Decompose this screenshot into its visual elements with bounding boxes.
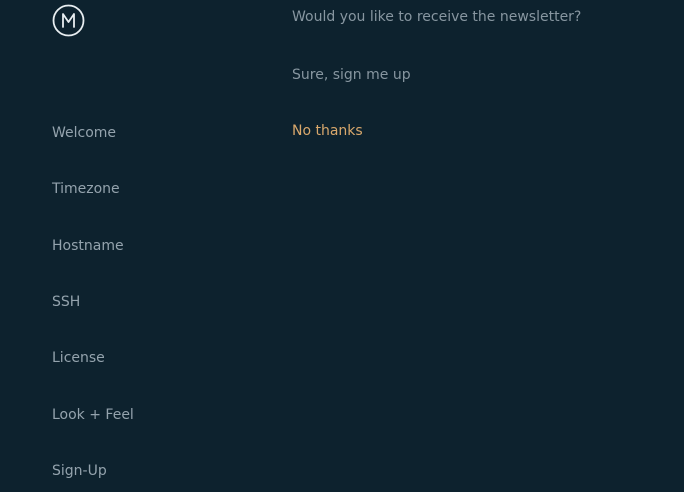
newsletter-question: Would you like to receive the newsletter… — [292, 9, 582, 25]
sidebar-nav: Welcome Timezone Hostname SSH License Lo… — [52, 0, 272, 492]
option-sign-me-up[interactable]: Sure, sign me up — [292, 66, 411, 84]
sidebar-item-hostname[interactable]: Hostname — [52, 237, 124, 255]
sidebar-item-timezone[interactable]: Timezone — [52, 180, 120, 198]
option-no-thanks[interactable]: No thanks — [292, 122, 363, 140]
sidebar-item-welcome[interactable]: Welcome — [52, 124, 116, 142]
setup-wizard: Welcome Timezone Hostname SSH License Lo… — [0, 0, 684, 492]
main-content: Would you like to receive the newsletter… — [292, 0, 672, 492]
sidebar-item-ssh[interactable]: SSH — [52, 293, 80, 311]
sidebar-item-sign-up[interactable]: Sign-Up — [52, 462, 107, 480]
sidebar-item-license[interactable]: License — [52, 349, 105, 367]
sidebar-item-look-and-feel[interactable]: Look + Feel — [52, 406, 134, 424]
